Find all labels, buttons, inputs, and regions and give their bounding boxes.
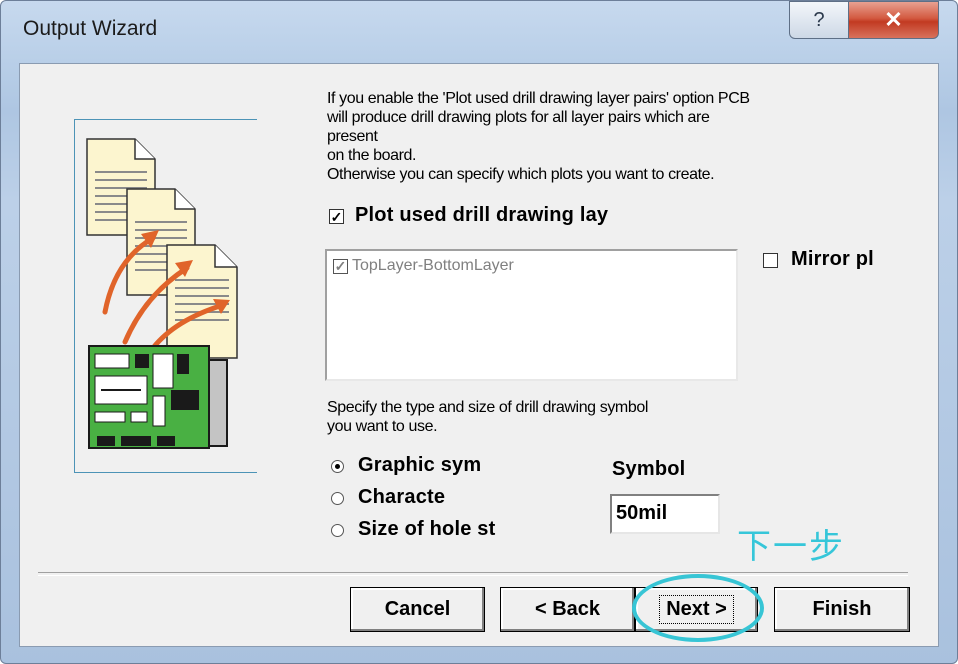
output-wizard-window: Output Wizard ? ✕ If you enable the 'Plo… (0, 0, 958, 664)
cancel-label: Cancel (384, 598, 451, 620)
divider (38, 572, 908, 576)
character-radio[interactable] (331, 492, 344, 505)
symbol-spec-text: Specify the type and size of drill drawi… (327, 398, 648, 436)
wizard-illustration (74, 119, 257, 473)
help-button[interactable]: ? (789, 1, 849, 39)
description-line: on the board. (327, 147, 417, 164)
check-icon: ✓ (334, 258, 347, 274)
back-label: < Back (534, 598, 601, 620)
layer-pair-label: TopLayer-BottomLayer (352, 257, 514, 274)
mirror-label[interactable]: Mirror pl (791, 248, 874, 271)
close-icon: ✕ (884, 7, 903, 32)
description-line: present (327, 128, 378, 145)
spec-line: you want to use. (327, 418, 438, 435)
description-line: will produce drill drawing plots for all… (327, 109, 710, 126)
back-button[interactable]: < Back (500, 587, 635, 632)
symbol-size-input[interactable]: 50mil (610, 494, 720, 534)
size-of-hole-radio[interactable] (331, 524, 344, 537)
mirror-checkbox[interactable] (763, 253, 778, 268)
graphic-symbol-label[interactable]: Graphic sym (358, 454, 481, 477)
cancel-button[interactable]: Cancel (350, 587, 485, 632)
title-bar: Output Wizard ? ✕ (1, 1, 957, 59)
spec-line: Specify the type and size of drill drawi… (327, 399, 649, 416)
next-button[interactable]: Next > (635, 587, 758, 632)
finish-label: Finish (812, 598, 872, 620)
circuit-board-icon (88, 345, 228, 449)
character-label[interactable]: Characte (358, 486, 445, 509)
close-button[interactable]: ✕ (848, 1, 939, 39)
finish-button[interactable]: Finish (774, 587, 910, 632)
description-line: Otherwise you can specify which plots yo… (327, 166, 715, 183)
plot-used-checkbox[interactable]: ✓ (329, 209, 344, 224)
next-label: Next > (659, 595, 734, 624)
graphic-symbol-radio[interactable] (331, 460, 344, 473)
plot-used-label[interactable]: Plot used drill drawing lay (355, 204, 608, 227)
window-title: Output Wizard (23, 17, 158, 40)
description-line: If you enable the 'Plot used drill drawi… (327, 90, 750, 107)
documents-to-circuit-board-illustration (86, 138, 238, 449)
wizard-page: If you enable the 'Plot used drill drawi… (19, 63, 939, 647)
list-item[interactable]: ✓ TopLayer-BottomLayer (333, 257, 514, 275)
wizard-description: If you enable the 'Plot used drill drawi… (327, 89, 867, 185)
help-icon: ? (813, 8, 825, 31)
check-icon: ✓ (330, 208, 343, 225)
layer-pairs-list[interactable]: ✓ TopLayer-BottomLayer (325, 249, 738, 381)
annotation-text: 下一步 (737, 527, 845, 567)
layer-pair-checkbox[interactable]: ✓ (333, 258, 348, 274)
symbol-size-label: Symbol (612, 458, 686, 480)
size-of-hole-label[interactable]: Size of hole st (358, 518, 495, 541)
